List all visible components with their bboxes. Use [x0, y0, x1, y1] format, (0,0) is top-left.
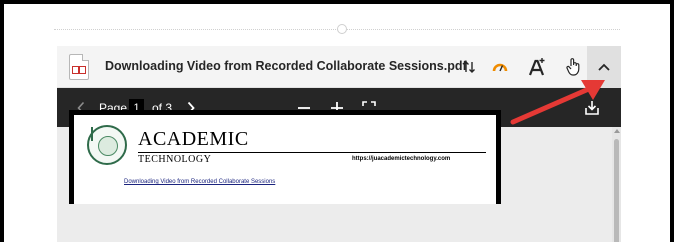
pdf-file-icon [69, 54, 89, 80]
divider-handle [337, 24, 347, 34]
brand-subheading: TECHNOLOGY [138, 154, 212, 165]
scrollbar-thumb[interactable] [614, 139, 619, 242]
viewer-header: Downloading Video from Recorded Collabor… [57, 46, 621, 88]
seal-tree-icon [91, 127, 93, 141]
heading-rule [138, 152, 486, 153]
hand-pointer-icon[interactable] [562, 55, 586, 79]
collapse-button[interactable] [587, 46, 621, 88]
download-button[interactable] [584, 88, 600, 127]
download-icon [585, 100, 599, 115]
content-frame: Downloading Video from Recorded Collabor… [4, 4, 670, 242]
site-url: https://juacademictechnology.com [352, 156, 451, 162]
text-add-icon[interactable] [525, 55, 549, 79]
gauge-icon[interactable] [488, 55, 512, 79]
brand-heading: ACADEMIC [138, 128, 249, 150]
pdf-page: ACADEMIC TECHNOLOGY https://juacademicte… [69, 110, 501, 204]
file-title: Downloading Video from Recorded Collabor… [105, 59, 467, 73]
sort-arrows-icon[interactable] [457, 55, 481, 79]
chevron-up-icon [598, 63, 610, 71]
document-heading: Downloading Video from Recorded Collabor… [124, 179, 276, 185]
scroll-up-icon[interactable] [614, 129, 620, 133]
university-seal-logo [87, 125, 127, 165]
